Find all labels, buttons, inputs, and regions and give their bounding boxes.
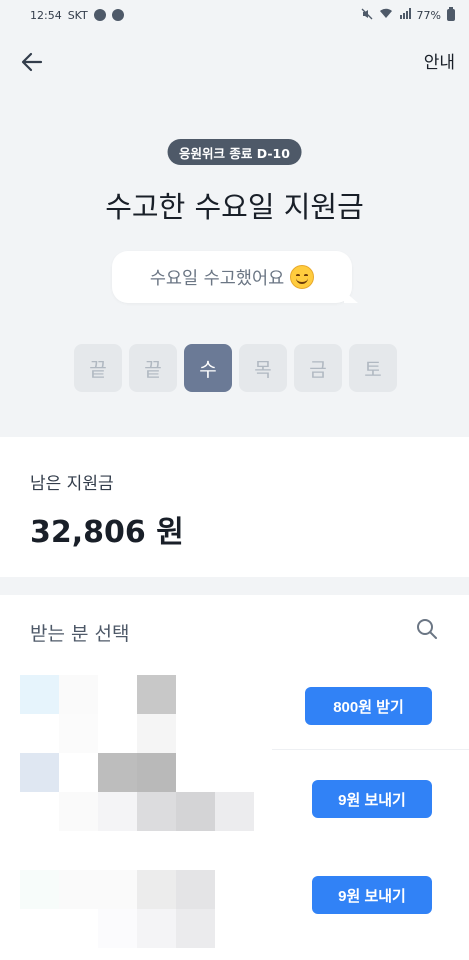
day-tab[interactable]: 금 xyxy=(294,344,342,392)
bubble-tail xyxy=(344,291,358,303)
battery-icon xyxy=(447,7,455,21)
day-tab[interactable]: 목 xyxy=(239,344,287,392)
bubble-text: 수요일 수고했어요 xyxy=(149,268,285,289)
recipient-section: 받는 분 선택 800원 받기 9원 보내기 9원 보내기 xyxy=(0,595,469,960)
recipient-title: 받는 분 선택 xyxy=(30,623,130,645)
day-tab[interactable]: 끝 xyxy=(74,344,122,392)
signal-icon xyxy=(399,8,411,22)
day-tab[interactable]: 끝 xyxy=(129,344,177,392)
notification-blob-icon xyxy=(111,9,124,21)
back-button[interactable] xyxy=(16,46,48,78)
day-tab-active[interactable]: 수 xyxy=(184,344,232,392)
receive-button[interactable]: 800원 받기 xyxy=(305,687,432,725)
battery-percent: 77% xyxy=(416,8,441,22)
speech-bubble: 수요일 수고했어요 xyxy=(112,251,358,303)
event-badge: 응원위크 종료 D-10 xyxy=(167,139,302,165)
balance-value: 32,806 원 xyxy=(30,515,184,550)
page-title: 수고한 수요일 지원금 xyxy=(105,190,364,224)
list-item[interactable]: 9원 보내기 xyxy=(0,750,469,850)
day-tab[interactable]: 토 xyxy=(349,344,397,392)
blurred-avatar xyxy=(20,753,254,831)
list-item[interactable]: 9원 보내기 xyxy=(0,850,469,950)
weekday-selector: 끝 끝 수 목 금 토 xyxy=(74,344,397,392)
notification-icon xyxy=(93,9,106,21)
section-divider xyxy=(0,577,469,595)
status-left: 12:54 SKT xyxy=(30,9,124,22)
list-item[interactable]: 800원 받기 xyxy=(0,670,469,753)
blurred-avatar xyxy=(20,675,254,753)
search-button[interactable] xyxy=(415,617,441,643)
send-button[interactable]: 9원 보내기 xyxy=(312,780,432,818)
balance-label: 남은 지원금 xyxy=(30,474,114,494)
mute-icon xyxy=(361,8,373,23)
status-bar: 12:54 SKT 77% xyxy=(0,0,469,30)
search-icon xyxy=(417,619,437,639)
guide-button[interactable]: 안내 xyxy=(424,48,455,73)
wifi-icon xyxy=(379,8,393,22)
hero-section: 안내 응원위크 종료 D-10 수고한 수요일 지원금 수요일 수고했어요 끝 … xyxy=(0,30,469,437)
arrow-left-icon xyxy=(21,52,43,72)
send-button[interactable]: 9원 보내기 xyxy=(312,876,432,914)
status-right: 77% xyxy=(361,7,455,23)
smiling-face-icon xyxy=(290,265,315,289)
status-carrier: SKT xyxy=(67,8,88,22)
balance-section: 남은 지원금 32,806 원 xyxy=(0,437,469,577)
status-time: 12:54 xyxy=(30,8,62,22)
blurred-avatar xyxy=(20,870,254,948)
